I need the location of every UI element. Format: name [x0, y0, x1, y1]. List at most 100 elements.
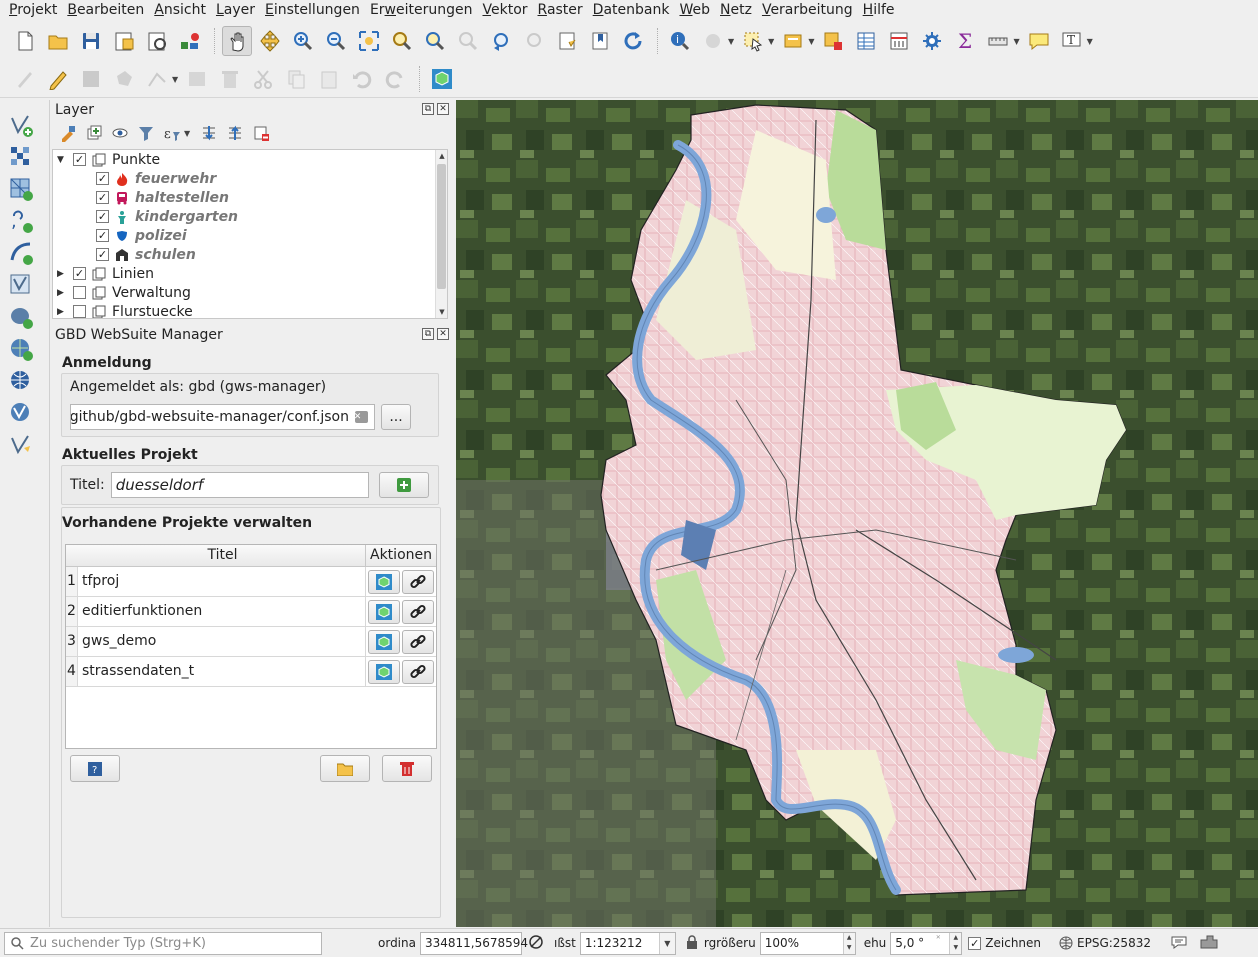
open-in-websuite-button[interactable] [368, 629, 400, 654]
remove-layer-icon[interactable] [250, 122, 272, 144]
style-manager-icon[interactable] [175, 26, 205, 56]
add-wfs-icon[interactable] [4, 398, 38, 428]
locator-search[interactable]: Zu suchender Typ (Strg+K) [4, 931, 322, 955]
layer-visibility-checkbox[interactable] [73, 305, 86, 318]
add-spatialite-icon[interactable] [4, 238, 38, 268]
menu-raster[interactable]: Raster [533, 0, 588, 21]
column-header-actions[interactable]: Aktionen [366, 545, 436, 566]
add-vector-layer-icon[interactable] [4, 110, 38, 140]
coordinate-field[interactable]: 334811,5678594 [419, 931, 528, 955]
delete-selected-icon[interactable] [215, 64, 245, 94]
table-row[interactable]: 2 editierfunktionen [66, 597, 436, 627]
float-panel-icon[interactable]: ⧉ [422, 328, 434, 340]
field-calculator-icon[interactable] [884, 26, 914, 56]
layer-kindergarten[interactable]: ✓ kindergarten [53, 207, 447, 226]
messages-icon[interactable] [1171, 935, 1187, 952]
collapsed-arrow-icon[interactable]: ▶ [57, 269, 67, 279]
select-features-icon[interactable] [738, 26, 768, 56]
copy-link-button[interactable] [402, 659, 434, 684]
layer-styling-icon[interactable] [57, 122, 79, 144]
copy-link-button[interactable] [402, 629, 434, 654]
layer-group-verwaltung[interactable]: ▶ Verwaltung [53, 283, 447, 302]
layer-visibility-checkbox[interactable]: ✓ [96, 210, 109, 223]
identify-features-icon[interactable]: i [665, 26, 695, 56]
rotation-field[interactable]: 5,0 ° ✕ ▲ ▼ [890, 931, 963, 955]
expand-all-icon[interactable] [198, 122, 220, 144]
crs-button[interactable]: EPSG:25832 [1059, 936, 1151, 950]
layer-haltestellen[interactable]: ✓ haltestellen [53, 188, 447, 207]
extents-toggle-icon[interactable] [528, 934, 544, 953]
text-annotation-icon[interactable]: T [1057, 26, 1087, 56]
add-project-button[interactable] [378, 472, 429, 498]
show-bookmarks-icon[interactable] [585, 26, 615, 56]
layer-feuerwehr[interactable]: ✓ feuerwehr [53, 169, 447, 188]
zoom-next-icon[interactable] [519, 26, 549, 56]
paste-features-icon[interactable] [314, 64, 344, 94]
menu-web[interactable]: Web [674, 0, 715, 21]
current-edits-icon[interactable] [10, 64, 40, 94]
modify-attributes-icon[interactable] [182, 64, 212, 94]
add-raster-layer-icon[interactable] [4, 142, 38, 172]
copy-link-button[interactable] [402, 599, 434, 624]
new-bookmark-icon[interactable] [552, 26, 582, 56]
config-path-field[interactable]: /github/gbd-websuite-manager/conf.json ✕ [70, 404, 375, 430]
pan-map-icon[interactable] [222, 26, 252, 56]
collapse-all-icon[interactable] [224, 122, 246, 144]
project-name-cell[interactable]: tfproj [78, 567, 366, 596]
layout-manager-icon[interactable] [142, 26, 172, 56]
new-print-layout-icon[interactable] [109, 26, 139, 56]
open-in-websuite-button[interactable] [368, 599, 400, 624]
add-virtual-layer-icon[interactable] [4, 270, 38, 300]
layer-group-linien[interactable]: ▶ ✓ Linien [53, 264, 447, 283]
float-panel-icon[interactable]: ⧉ [422, 103, 434, 115]
layer-visibility-checkbox[interactable]: ✓ [96, 229, 109, 242]
menu-vektor[interactable]: Vektor [477, 0, 532, 21]
pan-to-selection-icon[interactable] [255, 26, 285, 56]
vertex-tool-icon[interactable] [142, 64, 172, 94]
layer-tree-scrollbar[interactable]: ▲ ▼ [435, 150, 447, 318]
layer-visibility-checkbox[interactable] [73, 286, 86, 299]
processing-toolbox-icon[interactable] [917, 26, 947, 56]
scale-field[interactable]: 1:123212 ▼ [579, 931, 676, 955]
redo-icon[interactable] [380, 64, 410, 94]
expanded-arrow-icon[interactable]: ▼ [57, 155, 67, 165]
layer-schulen[interactable]: ✓ schulen [53, 245, 447, 264]
collapsed-arrow-icon[interactable]: ▶ [57, 307, 67, 317]
add-group-icon[interactable] [83, 122, 105, 144]
project-name-cell[interactable]: editierfunktionen [78, 597, 366, 626]
project-name-cell[interactable]: gws_demo [78, 627, 366, 656]
manage-themes-icon[interactable] [109, 122, 131, 144]
add-xyz-icon[interactable] [4, 366, 38, 396]
zoom-last-icon[interactable] [486, 26, 516, 56]
toggle-editing-icon[interactable] [43, 64, 73, 94]
menu-layer[interactable]: Layer [211, 0, 260, 21]
gws-manager-plugin-icon[interactable] [427, 64, 457, 94]
copy-features-icon[interactable] [281, 64, 311, 94]
clear-field-icon[interactable]: ✕ [354, 411, 368, 423]
zoom-out-icon[interactable] [321, 26, 351, 56]
add-delimited-text-icon[interactable]: , [4, 206, 38, 236]
zoom-in-icon[interactable] [288, 26, 318, 56]
deselect-all-icon[interactable] [818, 26, 848, 56]
layer-visibility-checkbox[interactable]: ✓ [73, 267, 86, 280]
delete-project-button[interactable] [382, 755, 432, 782]
layer-visibility-checkbox[interactable]: ✓ [96, 248, 109, 261]
open-in-websuite-button[interactable] [368, 569, 400, 594]
table-row[interactable]: 4 strassendaten_t [66, 657, 436, 687]
help-button[interactable]: ? [70, 755, 120, 782]
menu-einstellungen[interactable]: Einstellungen [260, 0, 365, 21]
browse-config-button[interactable]: ... [381, 404, 411, 430]
plugin-update-icon[interactable] [1199, 934, 1219, 953]
layer-group-flurstuecke[interactable]: ▶ Flurstuecke [53, 302, 447, 318]
statistical-summary-icon[interactable]: Σ [950, 26, 980, 56]
open-project-icon[interactable] [43, 26, 73, 56]
filter-legend-icon[interactable] [135, 122, 157, 144]
add-mesh-layer-icon[interactable] [4, 174, 38, 204]
render-checkbox[interactable]: ✓ [968, 936, 982, 950]
attribute-table-icon[interactable] [851, 26, 881, 56]
add-postgis-icon[interactable] [4, 302, 38, 332]
menu-verarbeitung[interactable]: Verarbeitung [757, 0, 858, 21]
select-by-value-icon[interactable] [778, 26, 808, 56]
add-feature-icon[interactable] [109, 64, 139, 94]
menu-erweiterungen[interactable]: Erweiterungen [365, 0, 478, 21]
